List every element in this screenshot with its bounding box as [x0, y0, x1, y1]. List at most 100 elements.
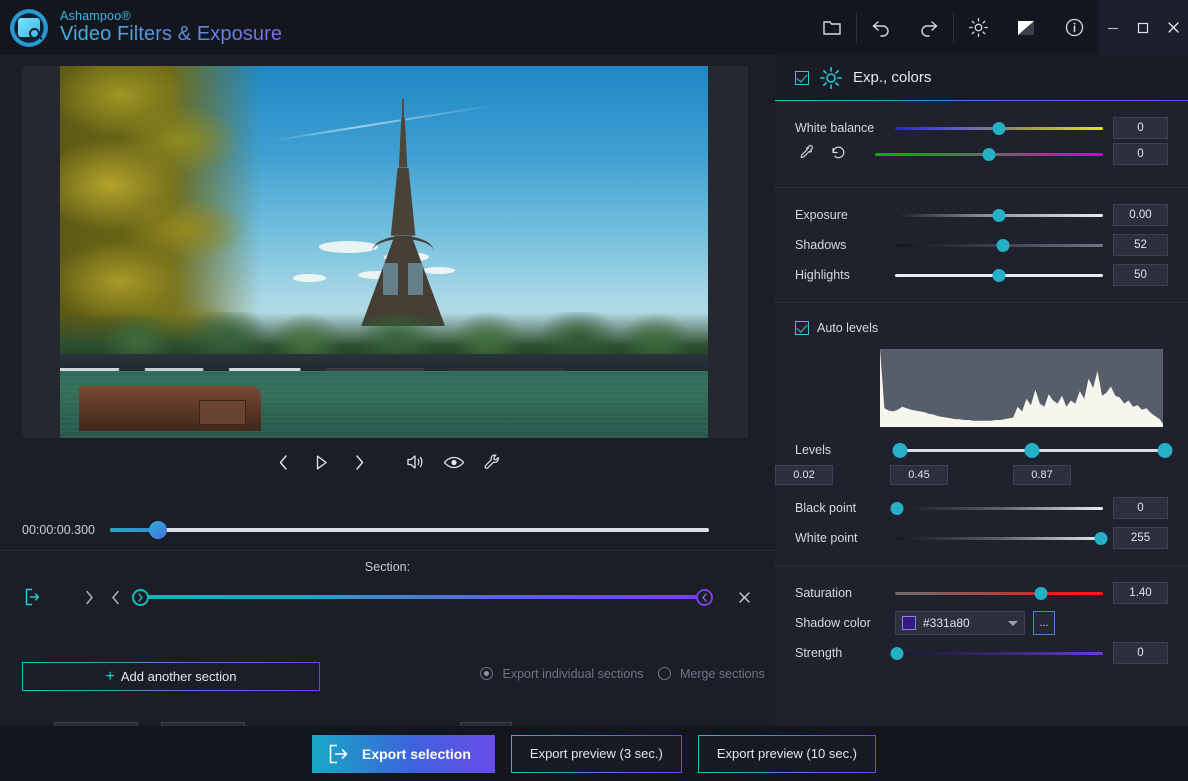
strength-label: Strength: [795, 646, 895, 660]
brand-superscript: Ashampoo®: [60, 10, 282, 23]
white-point-track: [895, 537, 1103, 540]
volume-button[interactable]: [403, 449, 429, 475]
export-selection-button[interactable]: Export selection: [312, 735, 495, 773]
tools-button[interactable]: [479, 449, 505, 475]
editor-left-pane: 00:00:00.300 Section:: [0, 55, 775, 726]
section-start-handle[interactable]: [132, 589, 149, 606]
video-frame[interactable]: [60, 66, 708, 438]
highlights-value[interactable]: 50: [1113, 264, 1168, 286]
black-point-knob[interactable]: [891, 502, 904, 515]
gear-icon: [968, 17, 989, 38]
export-section-button[interactable]: [18, 582, 48, 612]
chevron-right-icon: [84, 590, 95, 605]
levels-section: Auto levels Levels 0.02 0.45 0.87: [775, 303, 1188, 566]
panel-enable-checkbox[interactable]: [795, 71, 809, 85]
strength-row: Strength 0: [775, 638, 1188, 668]
shadows-slider[interactable]: [895, 235, 1103, 255]
checkbox-indicator: [795, 321, 809, 335]
white-point-knob[interactable]: [1094, 532, 1107, 545]
playhead-slider[interactable]: [110, 517, 709, 543]
levels-white-value[interactable]: 0.87: [1013, 465, 1071, 485]
export-preview-3-button[interactable]: Export preview (3 sec.): [511, 735, 682, 773]
chevron-right-icon: [137, 593, 144, 602]
minimize-button[interactable]: [1098, 0, 1128, 55]
info-button[interactable]: [1050, 0, 1098, 55]
levels-black-value[interactable]: 0.02: [775, 465, 833, 485]
eye-icon: [443, 455, 465, 470]
exposure-value[interactable]: 0.00: [1113, 204, 1168, 226]
section-next-button[interactable]: [76, 582, 102, 612]
undo-button[interactable]: [857, 0, 905, 55]
white-balance-tint-slider[interactable]: [875, 144, 1103, 164]
highlights-label: Highlights: [795, 268, 895, 282]
section-end-handle[interactable]: [696, 589, 713, 606]
white-point-slider[interactable]: [895, 528, 1103, 548]
previous-frame-button[interactable]: [271, 449, 297, 475]
black-point-slider[interactable]: [895, 498, 1103, 518]
preview-toggle-button[interactable]: [441, 449, 467, 475]
white-balance-section: White balance 0: [775, 101, 1188, 188]
white-balance-tools: [775, 141, 875, 163]
black-point-value[interactable]: 0: [1113, 497, 1168, 519]
auto-levels-checkbox[interactable]: Auto levels: [775, 315, 1188, 341]
merge-sections-label: Merge sections: [680, 667, 765, 681]
export-selection-label: Export selection: [362, 746, 471, 762]
add-another-section-button[interactable]: + Add another section: [22, 662, 320, 691]
temp-knob[interactable]: [993, 122, 1006, 135]
shadows-value[interactable]: 52: [1113, 234, 1168, 256]
tint-knob[interactable]: [983, 148, 996, 161]
section-prev-button[interactable]: [102, 582, 128, 612]
highlights-knob[interactable]: [993, 269, 1006, 282]
strength-value[interactable]: 0: [1113, 642, 1168, 664]
shadow-color-dropdown[interactable]: #331a80: [895, 611, 1025, 635]
contrast-button[interactable]: [1002, 0, 1050, 55]
open-file-button[interactable]: [808, 0, 856, 55]
white-point-value[interactable]: 255: [1113, 527, 1168, 549]
play-button[interactable]: [309, 449, 335, 475]
add-another-section-label: Add another section: [121, 669, 237, 684]
maximize-button[interactable]: [1128, 0, 1158, 55]
shadow-color-more-button[interactable]: ...: [1033, 611, 1055, 635]
export-individual-sections-radio[interactable]: Export individual sections: [480, 667, 644, 681]
strength-track: [895, 652, 1103, 655]
remove-section-button[interactable]: [729, 582, 759, 612]
strength-slider[interactable]: [895, 643, 1103, 663]
white-balance-tint-value[interactable]: 0: [1113, 143, 1168, 165]
histogram-plot: [880, 349, 1163, 427]
levels-slider[interactable]: [895, 440, 1168, 460]
color-section: Saturation 1.40 Shadow color #331a80 ...…: [775, 566, 1188, 680]
section-range-slider[interactable]: [132, 582, 723, 612]
eyedropper-button[interactable]: [795, 141, 817, 163]
white-balance-temp-value[interactable]: 0: [1113, 117, 1168, 139]
titlebar-actions: [808, 0, 1188, 55]
timecode-label: 00:00:00.300: [0, 523, 110, 537]
levels-mid-value[interactable]: 0.45: [890, 465, 948, 485]
highlights-slider[interactable]: [895, 265, 1103, 285]
saturation-value[interactable]: 1.40: [1113, 582, 1168, 604]
settings-button[interactable]: [954, 0, 1002, 55]
levels-mid-knob[interactable]: [1024, 443, 1039, 458]
reset-icon: [830, 144, 847, 161]
exposure-knob[interactable]: [993, 209, 1006, 222]
redo-button[interactable]: [905, 0, 953, 55]
levels-black-knob[interactable]: [893, 443, 908, 458]
shadows-knob[interactable]: [997, 239, 1010, 252]
app-window: Ashampoo® Video Filters & Exposure: [0, 0, 1188, 781]
close-button[interactable]: [1158, 0, 1188, 55]
saturation-knob[interactable]: [1034, 587, 1047, 600]
exposure-slider[interactable]: [895, 205, 1103, 225]
white-balance-temp-row: White balance 0: [775, 113, 1188, 143]
chevron-left-icon: [110, 590, 121, 605]
saturation-slider[interactable]: [895, 583, 1103, 603]
white-balance-reset-button[interactable]: [827, 141, 849, 163]
window-controls: [1098, 0, 1188, 55]
title-bar: Ashampoo® Video Filters & Exposure: [0, 0, 1188, 55]
white-balance-temp-slider[interactable]: [895, 118, 1103, 138]
riverbank-trees: [60, 312, 708, 360]
merge-sections-radio[interactable]: Merge sections: [658, 667, 765, 681]
export-preview-10-button[interactable]: Export preview (10 sec.): [698, 735, 876, 773]
levels-white-knob[interactable]: [1158, 443, 1173, 458]
strength-knob[interactable]: [891, 647, 904, 660]
next-frame-button[interactable]: [347, 449, 373, 475]
playhead-knob[interactable]: [149, 521, 167, 539]
